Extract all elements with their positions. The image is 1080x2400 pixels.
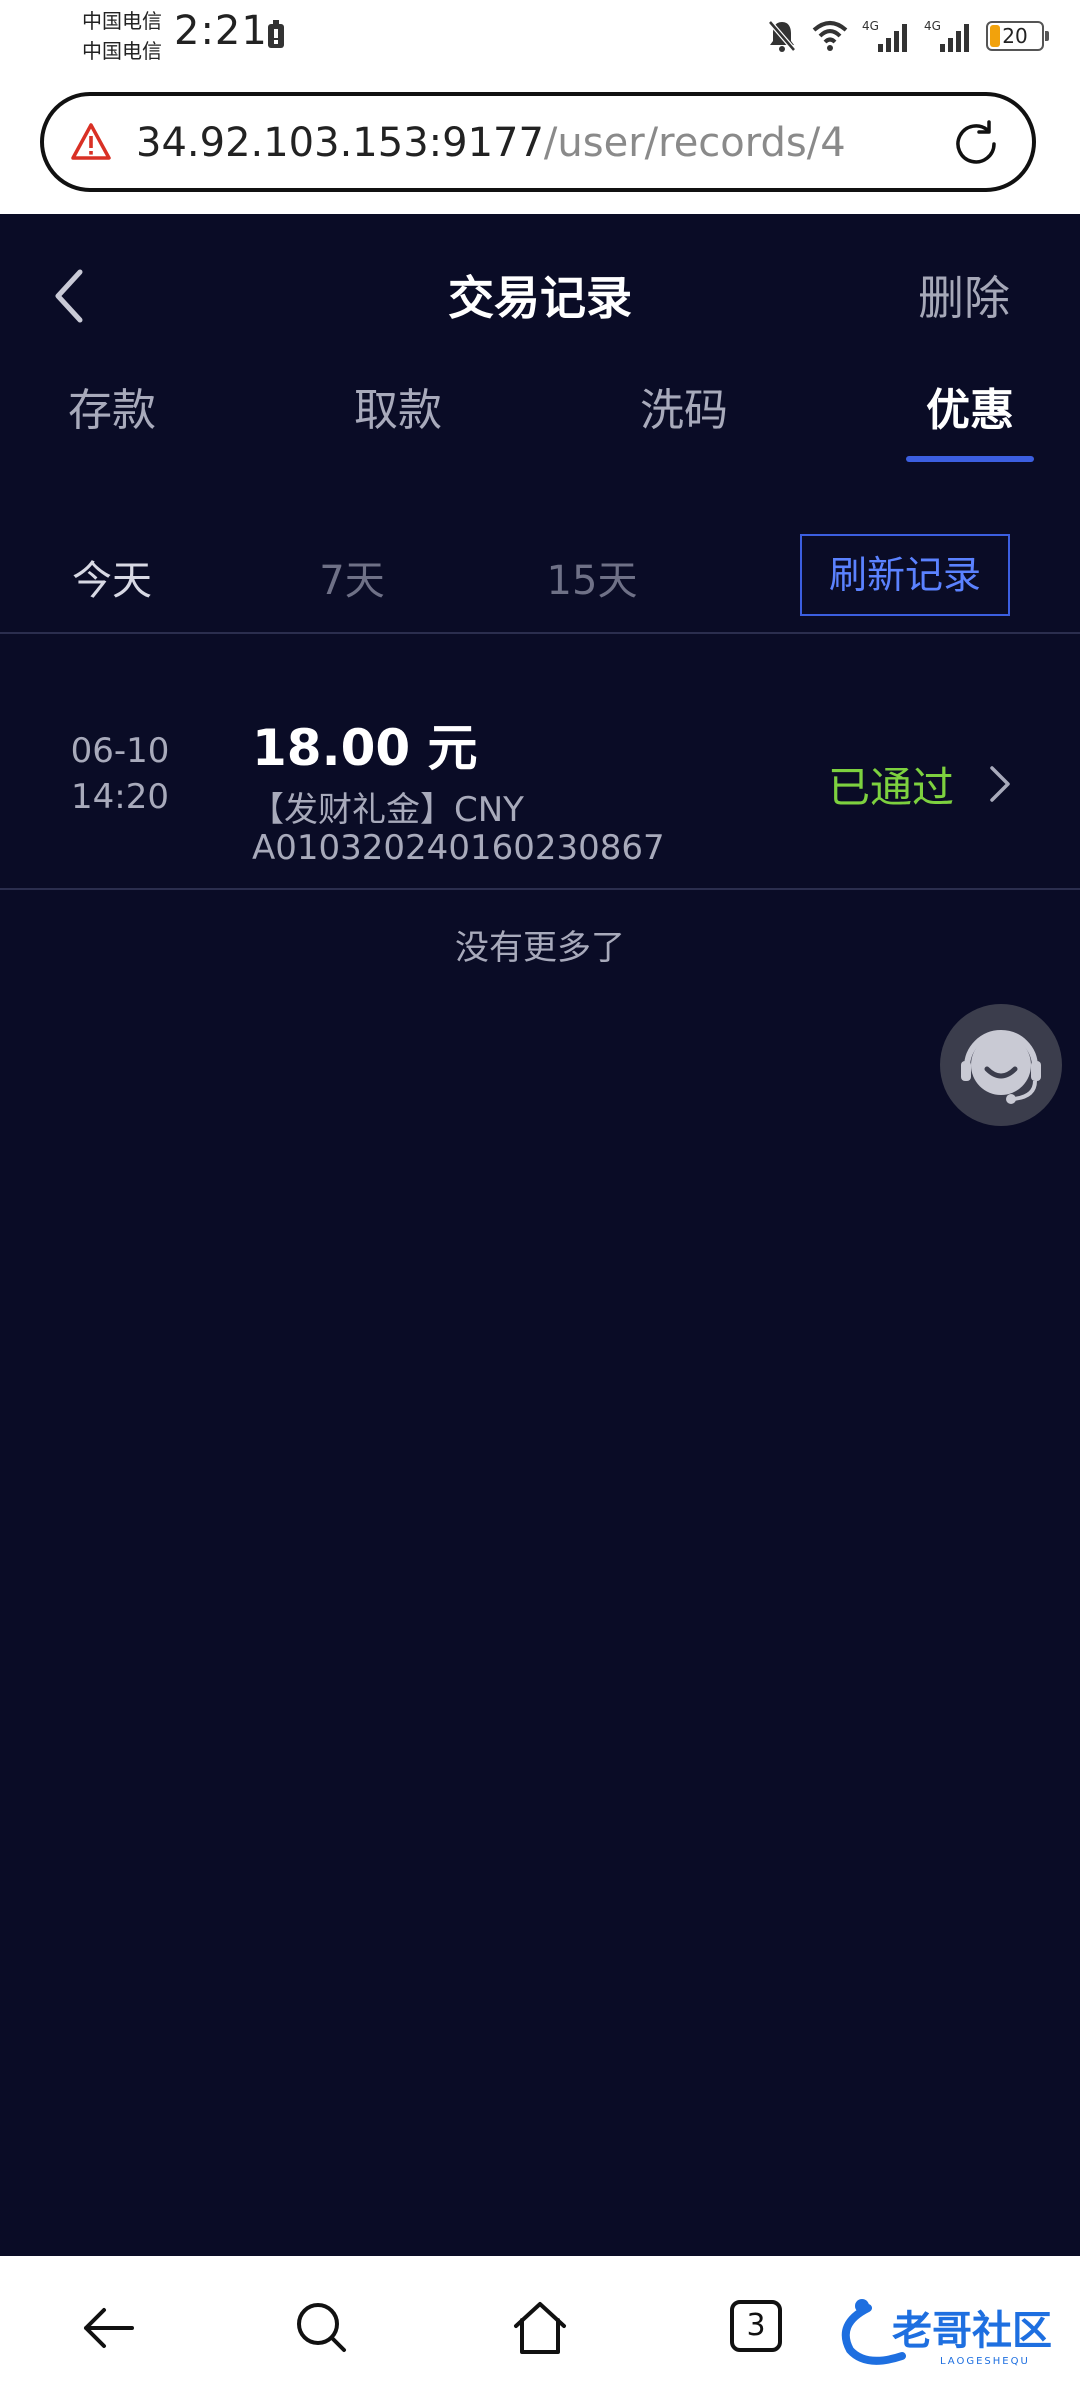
record-datetime: 06-10 14:20 bbox=[70, 728, 170, 820]
clock: 2:21 bbox=[174, 8, 268, 54]
battery-icon: 20 bbox=[986, 21, 1049, 51]
wifi-icon bbox=[812, 21, 848, 51]
record-date: 06-10 bbox=[70, 731, 170, 771]
battery-level: 20 bbox=[1002, 24, 1028, 48]
search-icon[interactable] bbox=[292, 2298, 352, 2358]
browser-toolbar: 34.92.103.153:9177/user/records/4 bbox=[0, 80, 1080, 214]
chevron-right-icon[interactable] bbox=[988, 764, 1012, 804]
status-bar: 中国电信 中国电信 2:21 4G 4G 20 bbox=[0, 0, 1080, 80]
tab-withdraw[interactable]: 取款 bbox=[328, 374, 468, 438]
net-2-label: 4G bbox=[924, 19, 941, 33]
warning-icon[interactable] bbox=[70, 122, 112, 162]
carrier-2: 中国电信 bbox=[82, 39, 162, 63]
browser-nav-bar: 3 老哥社区 LAOGESHEQU bbox=[0, 2256, 1080, 2400]
tab-promotion[interactable]: 优惠 bbox=[900, 374, 1040, 438]
carrier-labels: 中国电信 中国电信 bbox=[82, 6, 162, 66]
home-icon[interactable] bbox=[510, 2298, 570, 2358]
record-status: 已通过 bbox=[828, 763, 955, 812]
status-icons: 4G 4G 20 bbox=[766, 14, 1049, 58]
tab-rebate[interactable]: 洗码 bbox=[614, 374, 754, 438]
refresh-records-button[interactable]: 刷新记录 bbox=[800, 534, 1010, 616]
customer-service-button[interactable] bbox=[940, 1004, 1062, 1126]
app-content: 交易记录 删除 存款 取款 洗码 优惠 今天 7天 15天 刷新记录 06-10… bbox=[0, 214, 1080, 2256]
delete-button[interactable]: 删除 bbox=[918, 262, 1010, 328]
divider bbox=[0, 888, 1080, 890]
record-amount: 18.00 元 bbox=[252, 719, 478, 777]
record-type-tabs: 存款 取款 洗码 优惠 bbox=[0, 374, 1080, 474]
back-arrow-icon[interactable] bbox=[78, 2298, 138, 2358]
battery-saver-icon bbox=[268, 20, 284, 48]
tab-deposit[interactable]: 存款 bbox=[42, 374, 182, 438]
range-7-days[interactable]: 7天 bbox=[282, 548, 422, 606]
active-tab-indicator bbox=[906, 456, 1034, 462]
no-more-text: 没有更多了 bbox=[455, 928, 625, 968]
net-1-label: 4G bbox=[862, 19, 879, 33]
url-path: /user/records/4 bbox=[543, 120, 846, 166]
range-today[interactable]: 今天 bbox=[42, 548, 182, 606]
url-host: 34.92.103.153:9177 bbox=[136, 120, 544, 166]
watermark-logo: 老哥社区 LAOGESHEQU bbox=[841, 2299, 1052, 2367]
watermark-text: 老哥社区 bbox=[892, 2308, 1052, 2354]
watermark-subtext: LAOGESHEQU bbox=[940, 2356, 1030, 2367]
url-text[interactable]: 34.92.103.153:9177/user/records/4 bbox=[136, 118, 846, 168]
date-range-filter: 今天 7天 15天 刷新记录 bbox=[0, 534, 1080, 634]
range-15-days[interactable]: 15天 bbox=[522, 548, 662, 606]
record-id: A010320240160230867 bbox=[252, 828, 665, 868]
address-bar[interactable]: 34.92.103.153:9177/user/records/4 bbox=[40, 92, 1036, 192]
record-description: 【发财礼金】CNY bbox=[250, 790, 524, 830]
carrier-1: 中国电信 bbox=[82, 9, 162, 33]
record-time: 14:20 bbox=[71, 777, 169, 817]
bell-muted-icon bbox=[768, 20, 796, 52]
reload-icon[interactable] bbox=[950, 118, 1002, 170]
signal-1-icon: 4G bbox=[862, 19, 907, 52]
signal-2-icon: 4G bbox=[924, 19, 969, 52]
headset-icon bbox=[961, 1030, 1041, 1104]
record-item[interactable]: 06-10 14:20 18.00 元 【发财礼金】CNY A010320240… bbox=[0, 634, 1080, 884]
tabs-count-button[interactable]: 3 bbox=[730, 2300, 782, 2352]
